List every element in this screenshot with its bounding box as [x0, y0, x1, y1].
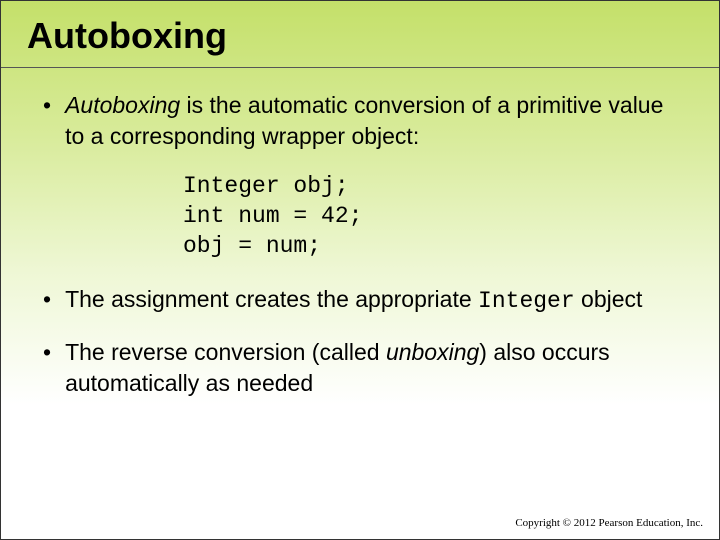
bullet-item-1: • Autoboxing is the automatic conversion…	[43, 90, 685, 152]
bullet-item-2: • The assignment creates the appropriate…	[43, 284, 685, 317]
bullet-marker: •	[43, 90, 51, 152]
bullet-text-2: The assignment creates the appropriate I…	[65, 284, 685, 317]
term-autoboxing: Autoboxing	[65, 92, 180, 118]
bullet-item-3: • The reverse conversion (called unboxin…	[43, 337, 685, 399]
bullet-marker: •	[43, 337, 51, 399]
slide-content: • Autoboxing is the automatic conversion…	[1, 68, 719, 399]
code-block: Integer obj; int num = 42; obj = num;	[183, 172, 685, 262]
bullet3-pre: The reverse conversion (called	[65, 339, 386, 365]
term-unboxing: unboxing	[386, 339, 479, 365]
bullet2-mono: Integer	[478, 288, 575, 314]
bullet2-pre: The assignment creates the appropriate	[65, 286, 478, 312]
bullet2-post: object	[575, 286, 643, 312]
copyright-notice: Copyright © 2012 Pearson Education, Inc.	[515, 517, 703, 529]
slide-title: Autoboxing	[1, 1, 719, 57]
bullet-text-3: The reverse conversion (called unboxing)…	[65, 337, 685, 399]
bullet-text-1: Autoboxing is the automatic conversion o…	[65, 90, 685, 152]
bullet-marker: •	[43, 284, 51, 317]
